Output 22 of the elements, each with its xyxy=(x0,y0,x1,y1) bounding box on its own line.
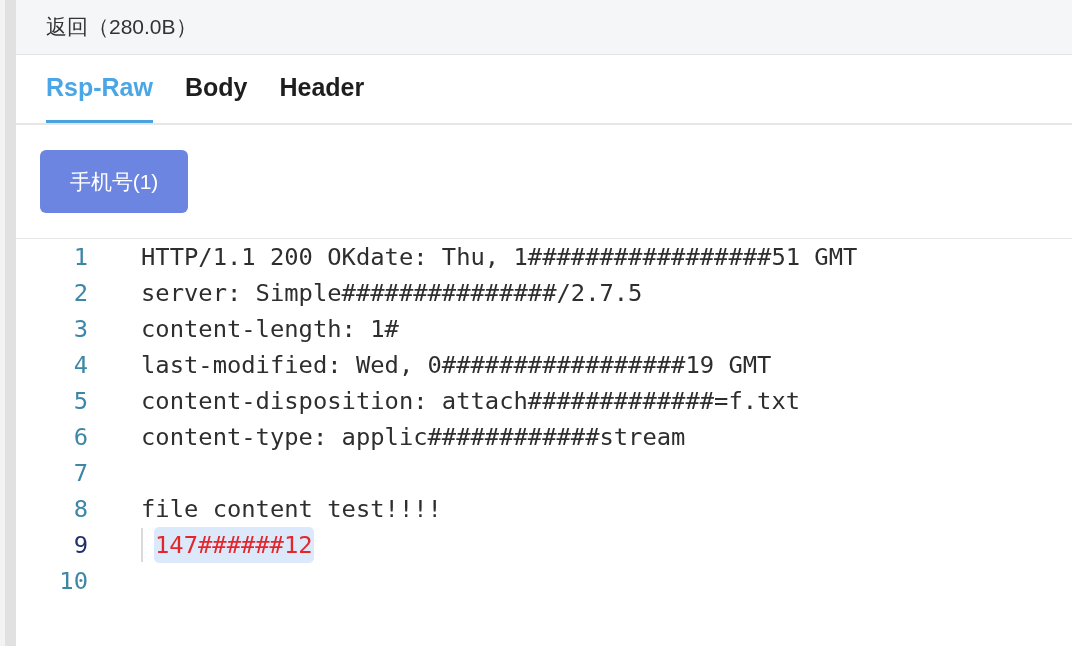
tab[interactable]: Header xyxy=(279,55,365,123)
code-line: content-type: applic############stream xyxy=(141,422,686,453)
tab[interactable]: Body xyxy=(184,55,248,123)
highlighted-match: 147######12 xyxy=(154,527,314,563)
response-title: 返回（280.0B） xyxy=(46,14,197,40)
code-line: last-modified: Wed, 0#################19 GMT xyxy=(141,350,772,381)
line-number: 8 xyxy=(72,495,88,523)
code-line: content-length: 1# xyxy=(141,314,399,345)
line-number: 9 xyxy=(72,531,88,559)
line-number: 5 xyxy=(72,387,88,415)
line-number: 10 xyxy=(58,567,88,595)
line-number: 6 xyxy=(72,423,88,451)
code-line: content-disposition: attach#############=f.txt xyxy=(141,386,801,417)
line-number: 1 xyxy=(72,243,88,271)
line-number: 3 xyxy=(72,315,88,343)
line-number: 7 xyxy=(72,459,88,487)
code-line: HTTP/1.1 200 OKdate: Thu, 1#################51 GMT xyxy=(141,242,858,273)
text-caret-icon xyxy=(141,528,143,562)
code-line: file content test!!!! xyxy=(141,494,442,525)
code-line: server: Simple###############/2.7.5 xyxy=(141,278,643,309)
line-number: 4 xyxy=(72,351,88,379)
line-number: 2 xyxy=(72,279,88,307)
